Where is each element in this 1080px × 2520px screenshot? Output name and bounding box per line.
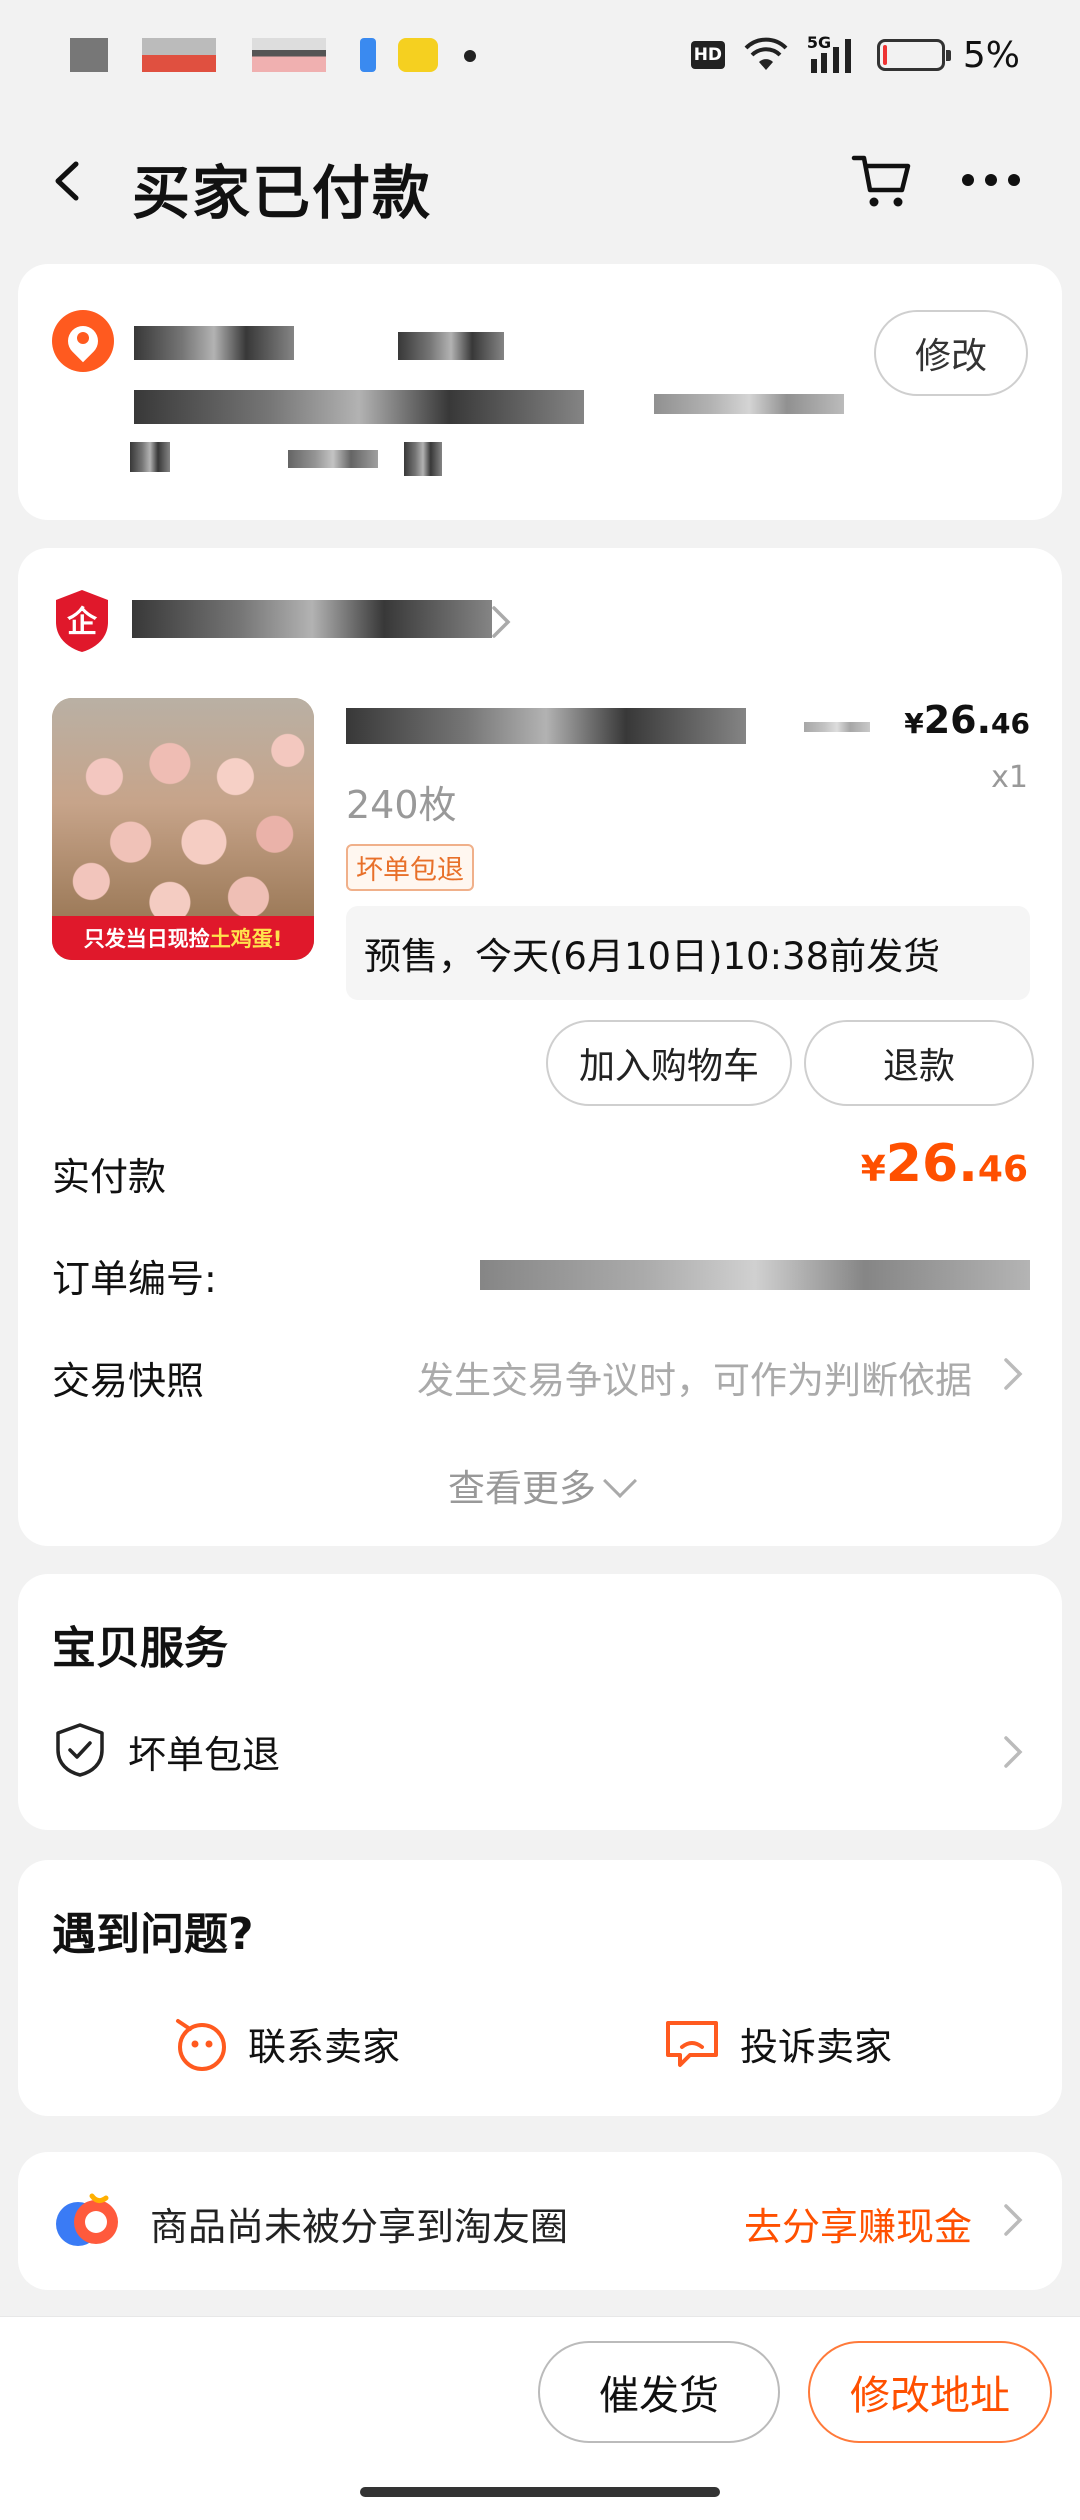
see-more-button[interactable]: 查看更多	[18, 1458, 1062, 1512]
battery-level-fill	[882, 45, 887, 65]
see-more-label: 查看更多	[448, 1467, 596, 1510]
app-notification-icon	[360, 38, 376, 72]
shield-check-icon	[56, 1723, 104, 1777]
address-card[interactable]: 修改	[18, 264, 1062, 520]
recipient-phone-redacted	[398, 332, 504, 360]
share-status-text: 商品尚未被分享到淘友圈	[150, 2205, 569, 2249]
price-integer: 26.	[923, 698, 992, 742]
refund-button[interactable]: 退款	[804, 1020, 1034, 1106]
svg-text:企: 企	[67, 605, 98, 640]
chevron-right-icon[interactable]	[998, 1732, 1026, 1772]
network-type-label: 5G	[806, 33, 832, 52]
home-indicator[interactable]	[360, 2487, 720, 2497]
price-decimal: 46	[991, 707, 1030, 740]
product-spec: 240枚	[346, 783, 457, 827]
help-title: 遇到问题?	[52, 1909, 254, 1960]
back-icon[interactable]	[44, 156, 94, 206]
product-title-redacted[interactable]	[346, 708, 746, 744]
chevron-right-icon[interactable]	[998, 1354, 1026, 1394]
more-notifications-dot	[464, 50, 476, 62]
edit-address-button[interactable]: 修改	[874, 310, 1028, 396]
contact-seller-button[interactable]: 联系卖家	[168, 2008, 400, 2078]
product-quantity: x1	[991, 760, 1028, 795]
address-line-redacted	[134, 390, 584, 424]
more-icon[interactable]	[958, 160, 1024, 200]
recipient-name-redacted	[134, 326, 294, 360]
share-earn-link[interactable]: 去分享赚现金	[744, 2196, 972, 2251]
chat-face-icon	[176, 2019, 226, 2071]
app-notification-icon	[398, 38, 438, 72]
product-price: ¥26.46	[904, 698, 1030, 742]
complain-seller-label: 投诉卖家	[740, 2024, 893, 2069]
nav-bar: 买家已付款	[0, 120, 1080, 240]
status-bar: HD 5G 5%	[0, 0, 1080, 110]
paid-label: 实付款	[52, 1155, 167, 1199]
paid-integer: 26.	[885, 1134, 978, 1194]
add-to-cart-button[interactable]: 加入购物车	[546, 1020, 792, 1106]
address-line-redacted	[654, 394, 844, 414]
bottom-action-bar: 催发货 修改地址	[0, 2316, 1080, 2520]
battery-icon	[876, 39, 951, 71]
product-image[interactable]: 只发当日现捡 土鸡蛋!	[52, 698, 314, 960]
enterprise-shop-icon[interactable]: 企	[52, 588, 112, 654]
service-item-label[interactable]: 坏单包退	[128, 1724, 280, 1779]
urge-shipping-button[interactable]: 催发货	[538, 2341, 780, 2443]
banner-text: 只发当日现捡	[83, 927, 210, 951]
page-title: 买家已付款	[132, 159, 433, 227]
status-right: HD 5G 5%	[690, 30, 1020, 80]
contact-seller-label: 联系卖家	[248, 2024, 401, 2069]
notification-icon-redacted	[142, 38, 216, 72]
wifi-icon	[744, 37, 788, 70]
chevron-right-icon[interactable]	[486, 602, 516, 642]
modify-address-button[interactable]: 修改地址	[808, 2341, 1052, 2443]
product-image-banner: 只发当日现捡 土鸡蛋!	[52, 916, 314, 960]
taoyouquan-logo	[56, 2193, 118, 2246]
address-line-redacted	[130, 442, 170, 472]
share-card[interactable]: 商品尚未被分享到淘友圈 去分享赚现金	[18, 2152, 1062, 2290]
address-line-redacted	[404, 442, 442, 476]
notification-icon-redacted	[70, 38, 108, 72]
address-line-redacted	[288, 450, 378, 468]
banner-highlight: 土鸡蛋!	[209, 927, 283, 951]
chevron-right-icon[interactable]	[998, 2200, 1026, 2240]
product-title-redacted[interactable]	[804, 722, 870, 732]
battery-percent: 5%	[962, 34, 1020, 76]
service-tag: 坏单包退	[346, 844, 474, 891]
cart-icon[interactable]	[850, 150, 916, 210]
snapshot-label[interactable]: 交易快照	[52, 1350, 204, 1405]
shop-name-redacted[interactable]	[132, 600, 492, 638]
order-card: 企 只发当日现捡 土鸡蛋! ¥26.46 x1 240枚 坏单包退 预售，今天(6…	[18, 548, 1062, 1546]
notification-icon-redacted	[252, 38, 326, 72]
complain-icon	[666, 2021, 718, 2067]
paid-symbol: ¥	[860, 1149, 886, 1190]
snapshot-hint[interactable]: 发生交易争议时，可作为判断依据	[417, 1350, 972, 1404]
location-icon	[52, 310, 114, 372]
price-symbol: ¥	[904, 707, 924, 740]
chevron-down-icon	[603, 1464, 637, 1498]
order-number-label: 订单编号:	[52, 1257, 217, 1301]
hd-icon: HD	[690, 41, 725, 69]
signal-icon: 5G	[807, 33, 859, 73]
help-card: 遇到问题? 联系卖家 投诉卖家	[18, 1860, 1062, 2116]
order-number-redacted[interactable]	[480, 1260, 1030, 1290]
paid-decimal: 46	[977, 1149, 1028, 1190]
presale-notice: 预售，今天(6月10日)10:38前发货	[346, 906, 1030, 1000]
service-title: 宝贝服务	[52, 1623, 228, 1674]
complain-seller-button[interactable]: 投诉卖家	[660, 2008, 892, 2078]
service-card: 宝贝服务 坏单包退	[18, 1574, 1062, 1830]
paid-amount: ¥26.46	[861, 1134, 1028, 1194]
